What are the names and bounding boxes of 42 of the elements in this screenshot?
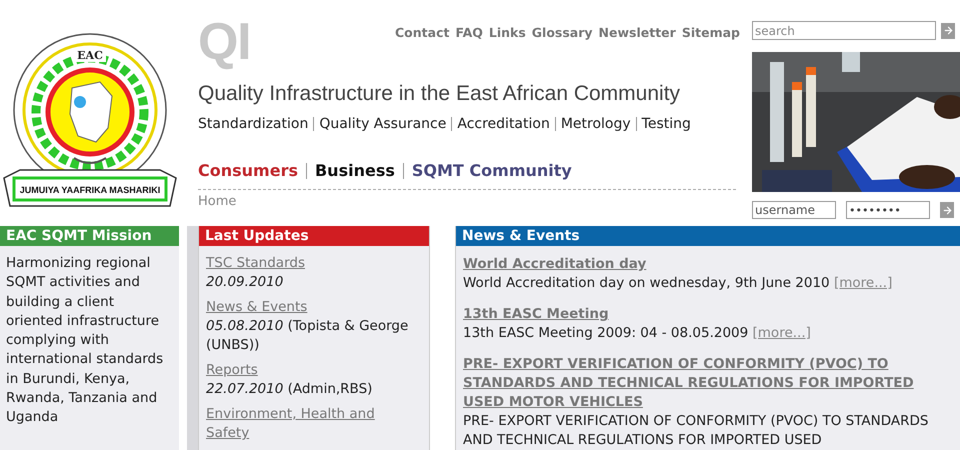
go-button[interactable] — [940, 202, 954, 218]
update-link[interactable]: Reports — [206, 361, 422, 380]
subtitle-link[interactable]: Metrology — [560, 114, 631, 134]
top-link[interactable]: Glossary — [532, 24, 593, 43]
search-field[interactable]: search — [752, 21, 936, 40]
breadcrumb[interactable]: Home — [198, 192, 236, 211]
arrow-right-icon — [942, 204, 952, 216]
top-link[interactable]: Newsletter — [598, 24, 676, 43]
update-link[interactable]: News & Events — [206, 298, 422, 317]
update-link[interactable]: Environment, Health and Safety — [206, 405, 422, 443]
nav-link[interactable]: Consumers — [198, 158, 298, 182]
subtitle-link[interactable]: Standardization — [198, 114, 308, 134]
news-headline[interactable]: World Accreditation day — [463, 255, 953, 274]
more-link[interactable]: [more...] — [834, 275, 892, 291]
top-link[interactable]: Links — [488, 24, 526, 43]
update-date: 22.07.2010 (Admin,RBS) — [206, 380, 374, 399]
top-link[interactable]: Contact — [395, 24, 450, 43]
update-date: 05.08.2010 (Topista & George (UNBS)) — [206, 317, 410, 355]
top-link[interactable]: FAQ — [455, 24, 483, 43]
news-headline[interactable]: PRE- EXPORT VERIFICATION OF CONFORMITY (PVOC) TO STANDARDS AND TECHNICAL REGULATIONS FOR IMPORTED USED MOTOR VEHICLES — [463, 355, 953, 412]
news-text: PRE- EXPORT VERIFICATION OF CONFORMITY (PVOC) TO STANDARDS AND TECHNICAL REGULATIONS FOR IMPORTED USED — [463, 412, 930, 450]
panel-header: Last Updates — [199, 226, 429, 246]
nav-link[interactable]: Business — [314, 158, 395, 182]
more-link[interactable]: [more...] — [752, 325, 811, 341]
arrow-right-icon — [942, 25, 954, 36]
news-text: World Accreditation day on wednesday, 9th June 2010 [more...] — [463, 274, 894, 293]
subtitle-link[interactable]: Testing — [642, 114, 691, 134]
site-title: Quality Infrastructure in the East African Community — [198, 81, 682, 107]
username-field[interactable]: username — [752, 201, 836, 219]
top-link[interactable]: Sitemap — [682, 24, 740, 43]
go-button[interactable] — [941, 22, 955, 38]
mission-text: Harmonizing regional SQMT activities and building a client oriented infrastructure complying with international standards in Burundi, Kenya, Rwanda, Tanzania and Uganda — [5, 254, 164, 428]
password-field[interactable]: •••••••• — [846, 201, 930, 219]
subtitle-link[interactable]: Quality Assurance — [319, 114, 446, 134]
panel-header: EAC SQMT Mission — [0, 226, 179, 246]
update-date: 20.09.2010 — [206, 273, 284, 292]
update-link[interactable]: TSC Standards — [206, 254, 422, 273]
subtitle-link[interactable]: Accreditation — [457, 114, 550, 134]
news-headline[interactable]: 13th EASC Meeting — [463, 305, 953, 324]
panel-header: News & Events — [456, 226, 960, 246]
news-text: 13th EASC Meeting 2009: 04 - 08.05.2009 [more...] — [463, 324, 812, 343]
nav-link[interactable]: SQMT Community — [412, 158, 572, 182]
